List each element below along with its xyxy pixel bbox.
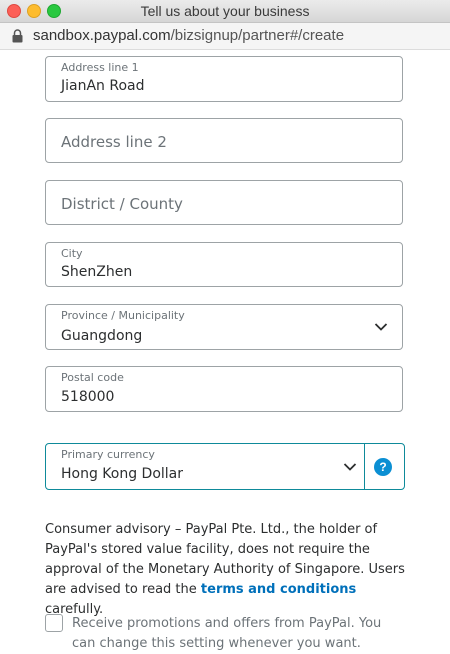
promotions-checkbox[interactable] xyxy=(45,614,63,632)
province-select[interactable]: Province / Municipality Guangdong xyxy=(45,304,403,350)
address-bar[interactable]: sandbox.paypal.com/bizsignup/partner#/cr… xyxy=(0,23,450,50)
postal-code-field[interactable]: Postal code 518000 xyxy=(45,366,403,412)
province-value: Guangdong xyxy=(61,328,143,344)
window-titlebar: Tell us about your business xyxy=(0,0,450,23)
terms-and-conditions-link[interactable]: terms and conditions xyxy=(201,582,356,597)
province-label: Province / Municipality xyxy=(61,309,185,322)
url-path: /bizsignup/partner#/create xyxy=(170,27,345,44)
address-line-1-value: JianAn Road xyxy=(61,78,145,94)
primary-currency-label: Primary currency xyxy=(61,448,155,461)
chevron-down-icon xyxy=(374,323,388,331)
postal-code-label: Postal code xyxy=(61,371,124,384)
postal-code-value: 518000 xyxy=(61,389,115,405)
window-title: Tell us about your business xyxy=(140,3,310,19)
city-value: ShenZhen xyxy=(61,264,133,280)
currency-divider xyxy=(364,444,365,489)
url-text: sandbox.paypal.com/bizsignup/partner#/cr… xyxy=(33,27,344,44)
city-field[interactable]: City ShenZhen xyxy=(45,242,403,287)
consumer-advisory: Consumer advisory – PayPal Pte. Ltd., th… xyxy=(45,520,405,620)
address-line-2-placeholder: Address line 2 xyxy=(61,133,167,151)
lock-icon xyxy=(12,29,23,43)
primary-currency-value: Hong Kong Dollar xyxy=(61,466,184,482)
primary-currency-select[interactable]: Primary currency Hong Kong Dollar ? xyxy=(45,443,405,490)
help-icon[interactable]: ? xyxy=(374,458,392,476)
address-line-2-field[interactable]: Address line 2 xyxy=(45,118,403,163)
district-county-placeholder: District / County xyxy=(61,195,183,213)
promotions-label[interactable]: Receive promotions and offers from PayPa… xyxy=(72,614,402,654)
city-label: City xyxy=(61,247,83,260)
address-line-1-label: Address line 1 xyxy=(61,61,139,74)
chevron-down-icon xyxy=(343,463,357,471)
district-county-field[interactable]: District / County xyxy=(45,180,403,225)
address-line-1-field[interactable]: Address line 1 JianAn Road xyxy=(45,56,403,102)
url-domain: sandbox.paypal.com xyxy=(33,27,171,44)
